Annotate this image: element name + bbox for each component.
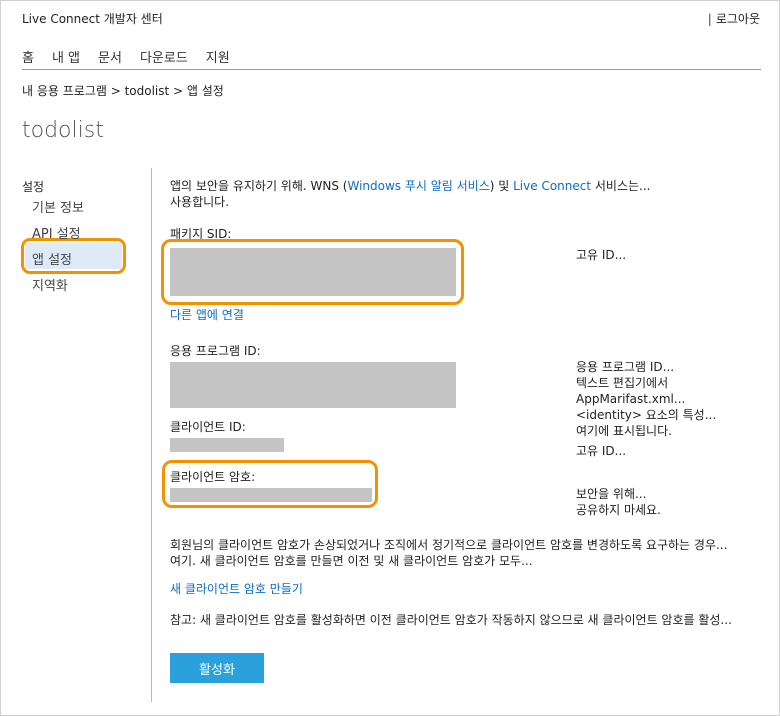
sidebar-item-localization[interactable]: 지역화 — [32, 275, 68, 294]
top-nav: 홈 내 앱 문서 다운로드 지원 — [22, 47, 230, 66]
app-id-value — [170, 362, 456, 408]
header-separator: | — [707, 12, 712, 26]
package-sid-highlight — [161, 239, 464, 305]
client-secret-desc-line: 공유하지 마세요. — [576, 503, 661, 517]
logout-link[interactable]: 로그아웃 — [716, 12, 760, 26]
client-secret-value — [170, 488, 372, 502]
page-frame — [0, 0, 780, 716]
intro-text-part: 서비스는... — [591, 179, 651, 193]
client-id-value — [170, 438, 284, 452]
app-id-description: 응용 프로그램 ID... 텍스트 편집기에서 AppMarifast.xml.… — [576, 359, 780, 439]
live-connect-link[interactable]: Live Connect — [513, 179, 591, 193]
wns-link[interactable]: Windows 푸시 알림 서비스 — [347, 179, 489, 193]
app-id-desc-line: 텍스트 편집기에서 AppMarifast.xml... — [576, 376, 686, 406]
sidebar-heading: 설정 — [22, 180, 45, 194]
intro-text-part: 앱의 보안을 유지하기 위해. WNS ( — [170, 179, 348, 193]
intro-text-part: ) 및 — [489, 179, 514, 193]
new-client-secret-link[interactable]: 새 클라이언트 암호 만들기 — [170, 581, 303, 597]
logout-area: | 로그아웃 — [708, 10, 760, 27]
warning-text: 회원님의 클라이언트 암호가 손상되었거나 조직에서 정기적으로 클라이언트 암… — [170, 537, 727, 569]
warning-line: 여기. 새 클라이언트 암호를 만들면 이전 및 새 클라이언트 암호가 모두.… — [170, 554, 533, 568]
nav-downloads[interactable]: 다운로드 — [140, 47, 188, 66]
client-secret-label: 클라이언트 암호: — [170, 470, 256, 484]
nav-home[interactable]: 홈 — [22, 47, 34, 66]
sidebar-item-app-settings[interactable]: 앱 설정 — [32, 249, 72, 268]
package-sid-description: 고유 ID... — [576, 248, 627, 262]
nav-docs[interactable]: 문서 — [98, 47, 122, 66]
other-app-link[interactable]: 다른 앱에 연결 — [170, 307, 244, 323]
intro-text-line2: 사용합니다. — [170, 195, 230, 209]
app-id-desc-line: 여기에 표시됩니다. — [576, 424, 672, 438]
warning-line: 회원님의 클라이언트 암호가 손상되었거나 조직에서 정기적으로 클라이언트 암… — [170, 538, 728, 552]
content-divider — [151, 168, 152, 702]
sidebar-item-api-settings[interactable]: API 설정 — [32, 223, 81, 242]
client-id-description: 고유 ID... — [576, 444, 627, 458]
note-text: 참고: 새 클라이언트 암호를 활성화하면 이전 클라이언트 암호가 작동하지 … — [170, 613, 732, 627]
app-name: Live Connect 개발자 센터 — [22, 12, 163, 26]
page-title: todolist — [22, 118, 104, 143]
breadcrumb: 내 응용 프로그램 > todolist > 앱 설정 — [22, 84, 224, 98]
client-id-label: 클라이언트 ID: — [170, 420, 246, 434]
activate-button[interactable]: 활성화 — [170, 653, 264, 683]
app-id-desc-line: <identity> 요소의 특성... — [576, 408, 717, 422]
nav-support[interactable]: 지원 — [206, 47, 230, 66]
app-id-desc-line: 응용 프로그램 ID... — [576, 360, 675, 374]
app-id-label: 응용 프로그램 ID: — [170, 344, 261, 358]
nav-my-apps[interactable]: 내 앱 — [52, 47, 80, 66]
intro-text: 앱의 보안을 유지하기 위해. WNS (Windows 푸시 알림 서비스) … — [170, 178, 650, 210]
nav-divider — [22, 69, 761, 70]
client-secret-description: 보안을 위해... 공유하지 마세요. — [576, 486, 661, 518]
client-secret-desc-line: 보안을 위해... — [576, 487, 647, 501]
sidebar-item-basic-info[interactable]: 기본 정보 — [32, 197, 84, 216]
